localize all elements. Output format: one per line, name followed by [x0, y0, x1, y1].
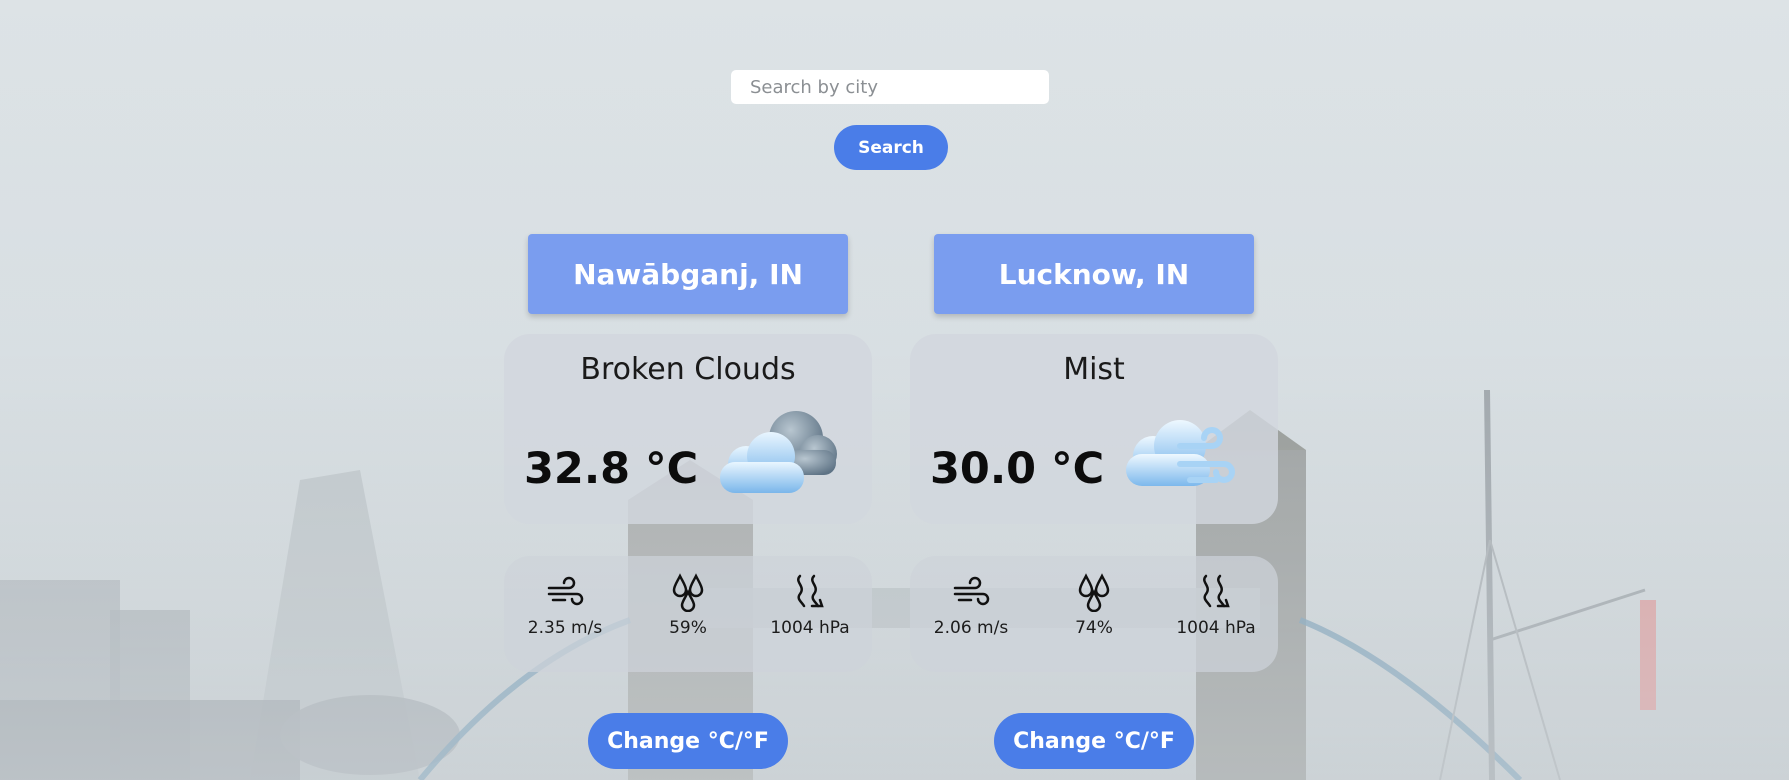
search-button[interactable]: Search	[834, 125, 948, 170]
wind-icon	[547, 576, 584, 606]
stats-panel: 2.06 m/s 74% 1004 hPa	[910, 556, 1278, 672]
unit-toggle-button[interactable]: Change °C/°F	[588, 713, 788, 769]
temperature-value: 30.0 °C	[930, 444, 1105, 494]
unit-toggle-button[interactable]: Change °C/°F	[994, 713, 1194, 769]
wind-stat: 2.35 m/s	[504, 572, 626, 638]
city-title: Nawābganj, IN	[528, 234, 848, 314]
humidity-value: 59%	[669, 618, 707, 638]
humidity-icon	[1078, 573, 1110, 612]
wind-stat: 2.06 m/s	[910, 572, 1032, 638]
background-image	[0, 0, 1789, 780]
pressure-stat: 1004 hPa	[749, 572, 871, 638]
wind-icon	[953, 576, 990, 606]
humidity-value: 74%	[1075, 618, 1113, 638]
stats-panel: 2.35 m/s 59% 1004 hPa	[504, 556, 872, 672]
broken-clouds-icon	[720, 411, 837, 493]
pressure-icon	[1203, 574, 1230, 608]
pressure-stat: 1004 hPa	[1155, 572, 1277, 638]
wind-value: 2.35 m/s	[527, 618, 603, 638]
humidity-stat: 59%	[627, 572, 749, 638]
pressure-value: 1004 hPa	[770, 618, 850, 638]
search-input[interactable]	[731, 70, 1049, 104]
condition-text: Broken Clouds	[580, 352, 796, 387]
condition-panel: Broken Clouds 32.8 °C	[504, 334, 872, 524]
city-title: Lucknow, IN	[934, 234, 1254, 314]
humidity-stat: 74%	[1033, 572, 1155, 638]
pressure-icon	[797, 574, 824, 608]
condition-text: Mist	[1063, 352, 1125, 387]
condition-panel: Mist 30.0 °C	[910, 334, 1278, 524]
wind-value: 2.06 m/s	[933, 618, 1009, 638]
temperature-value: 32.8 °C	[524, 444, 699, 494]
humidity-icon	[672, 573, 704, 612]
mist-icon	[1126, 420, 1235, 486]
pressure-value: 1004 hPa	[1176, 618, 1256, 638]
